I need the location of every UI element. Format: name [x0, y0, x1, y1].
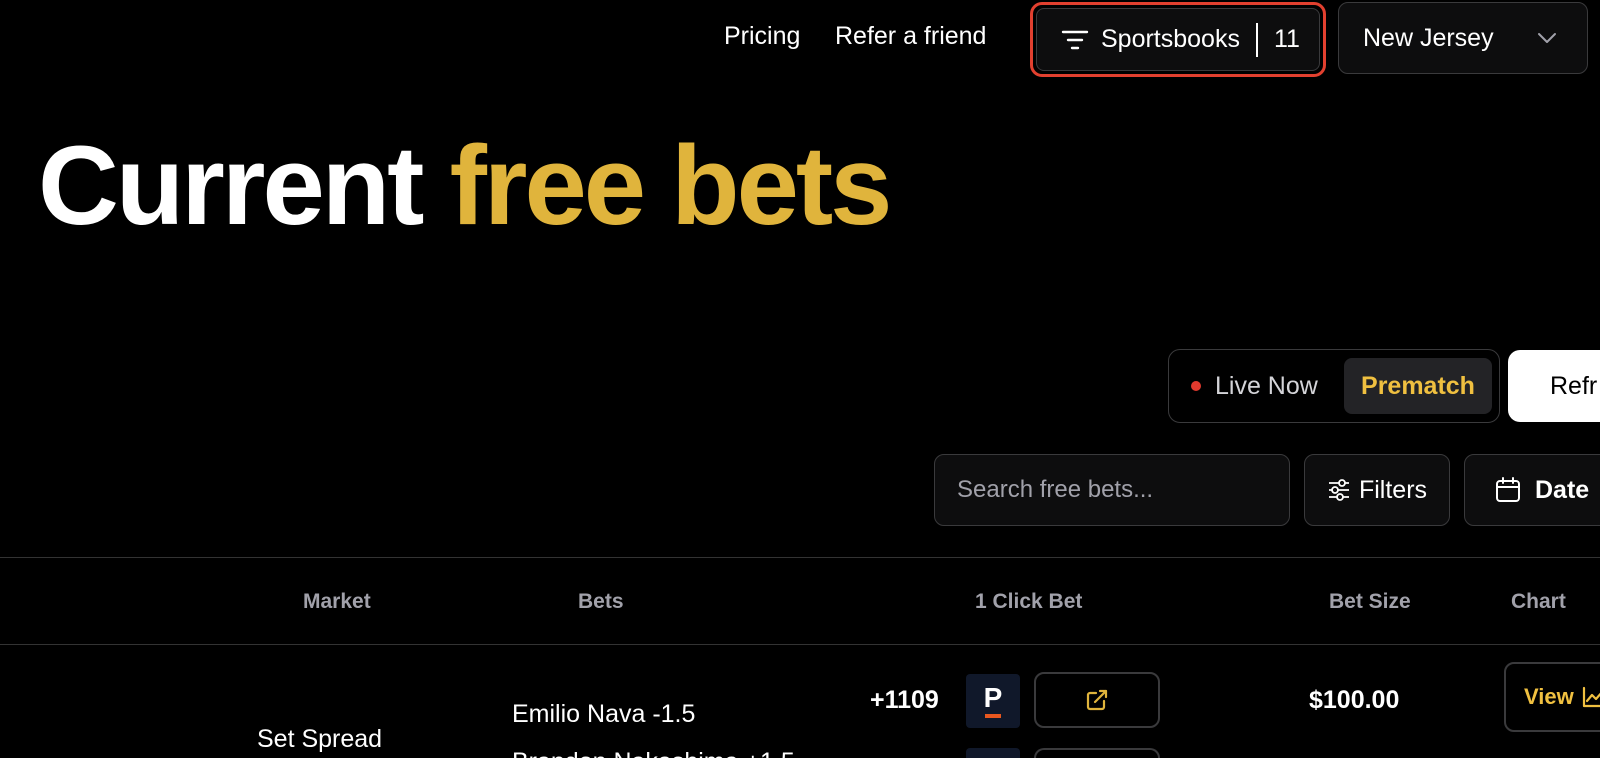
- refresh-button[interactable]: Refr: [1508, 350, 1600, 422]
- external-link-icon: [1086, 689, 1108, 711]
- tab-live-now-label: Live Now: [1215, 371, 1318, 400]
- view-chart-button[interactable]: View: [1504, 662, 1600, 732]
- sportsbook-logo-letter: P: [983, 682, 1003, 713]
- page-title-main: Current: [38, 123, 424, 248]
- calendar-icon: [1496, 477, 1520, 502]
- one-click-bet-button[interactable]: [1034, 672, 1160, 728]
- bet-size-value: $100.00: [1309, 686, 1400, 714]
- one-click-bet-button[interactable]: [1034, 748, 1160, 758]
- state-select[interactable]: New Jersey: [1338, 2, 1588, 74]
- filter-lines-icon: [1061, 30, 1089, 49]
- chevron-down-icon: [1538, 33, 1556, 43]
- column-header-bet-size: Bet Size: [1329, 590, 1411, 613]
- sportsbook-logo: [966, 748, 1020, 758]
- separator: [1255, 22, 1258, 57]
- filters-label: Filters: [1358, 475, 1428, 504]
- sportsbook-logo: P: [966, 674, 1020, 728]
- column-header-one-click-bet: 1 Click Bet: [975, 590, 1083, 613]
- sliders-icon: [1328, 479, 1349, 501]
- date-button[interactable]: Date: [1464, 454, 1600, 526]
- sportsbooks-label: Sportsbooks: [1101, 25, 1240, 53]
- sportsbooks-button[interactable]: Sportsbooks 11: [1030, 2, 1326, 77]
- column-header-chart: Chart: [1511, 590, 1566, 613]
- column-header-market: Market: [303, 590, 371, 613]
- tab-prematch[interactable]: Prematch: [1344, 358, 1492, 414]
- divider: [0, 644, 1600, 645]
- bet-selection: Brandon Nakashima +1.5: [512, 748, 795, 758]
- market-cell: Set Spread: [257, 725, 383, 753]
- date-label: Date: [1535, 475, 1590, 504]
- bet-selection: Emilio Nava -1.5: [512, 700, 696, 728]
- page-title-accent: free bets: [449, 123, 893, 248]
- view-chart-label: View: [1524, 684, 1574, 709]
- line-chart-icon: [1582, 686, 1600, 708]
- odds-value: +1109: [870, 686, 939, 714]
- nav-pricing-link[interactable]: Pricing: [724, 22, 800, 51]
- column-header-bets: Bets: [578, 590, 624, 613]
- state-select-value: New Jersey: [1363, 23, 1494, 52]
- live-prematch-toggle: Live Now Prematch: [1168, 349, 1500, 423]
- divider: [0, 557, 1600, 558]
- sportsbooks-count: 11: [1273, 25, 1300, 53]
- nav-refer-link[interactable]: Refer a friend: [835, 22, 986, 51]
- page-title: Current free bets: [38, 130, 892, 242]
- filters-button[interactable]: Filters: [1304, 454, 1450, 526]
- live-dot-icon: [1191, 381, 1201, 391]
- tab-live-now[interactable]: Live Now: [1191, 350, 1318, 422]
- search-input[interactable]: [934, 454, 1290, 526]
